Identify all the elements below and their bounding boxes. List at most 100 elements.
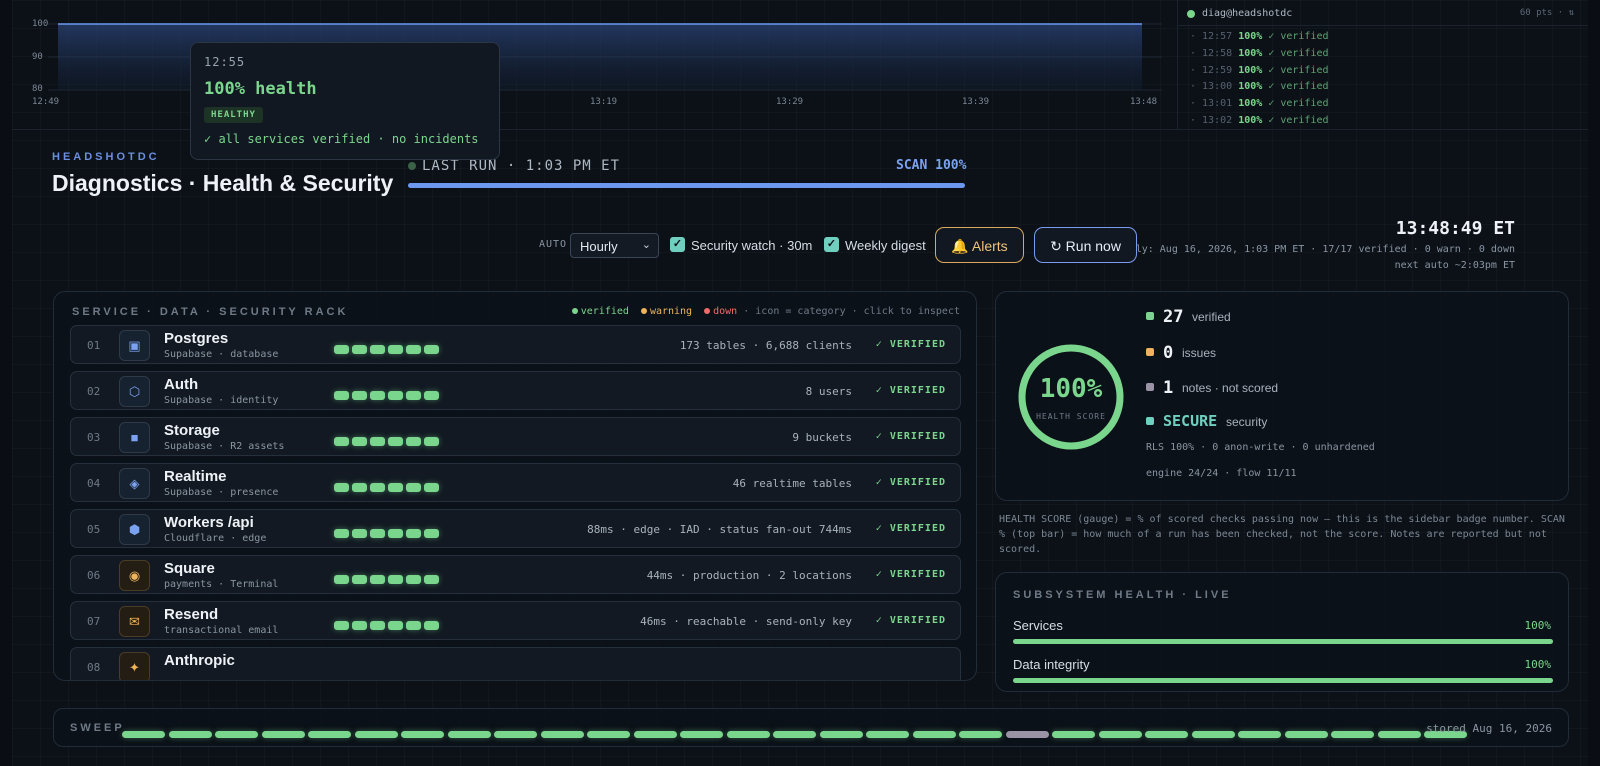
sweep-segment — [354, 731, 398, 738]
schedule-select[interactable]: Hourly ⌄ — [570, 233, 659, 258]
payments-icon: ◉ — [119, 560, 150, 591]
weekly-digest-checkbox[interactable]: ✓ — [824, 237, 839, 252]
sweep-segment — [215, 731, 258, 738]
health-history-chart[interactable]: 100 90 80 12:49 13:19 13:29 13:39 13:48 — [12, 0, 1177, 130]
sweep-label: SWEEP — [70, 722, 125, 734]
last-run-label: LAST RUN · 1:03 PM ET — [408, 158, 620, 174]
subsystem-bar — [1013, 678, 1553, 683]
rack-title: SERVICE · DATA · SECURITY RACK — [72, 306, 349, 318]
health-score-label: HEALTH SCORE — [1036, 412, 1106, 421]
check-segment — [406, 391, 421, 400]
chevron-down-icon: ⌄ — [641, 239, 651, 251]
log-line: · 13:00 100% ✓ verified — [1190, 81, 1329, 93]
sweep-segment — [308, 731, 351, 738]
chart-tooltip: 12:55 100% health HEALTHY ✓ all services… — [190, 42, 500, 160]
check-segment — [406, 437, 421, 446]
x-tick: 13:48 — [1130, 97, 1158, 107]
service-name: Anthropic — [164, 652, 235, 669]
page-title: Diagnostics · Health & Security — [52, 170, 394, 196]
check-segment — [334, 345, 349, 354]
subsystem-bar — [1013, 639, 1553, 644]
log-line: · 13:01 100% ✓ verified — [1190, 98, 1329, 110]
check-segment — [388, 575, 403, 584]
run-now-button[interactable]: ↻ Run now — [1034, 227, 1137, 263]
sweep-segment — [726, 731, 770, 738]
diagnostic-log[interactable]: diag@headshotdc 60 pts · ⇅ · 12:57 100% … — [1177, 0, 1588, 130]
warning-dot-icon — [640, 308, 647, 314]
check-segment — [424, 483, 439, 492]
check-segment — [424, 391, 439, 400]
sweep-segment — [1005, 731, 1049, 738]
next-auto: next auto ~2:03pm ET — [1394, 260, 1515, 271]
check-segment — [370, 345, 385, 354]
security-watch-checkbox[interactable]: ✓ — [670, 237, 685, 252]
app-frame: 100 90 80 12:49 13:19 13:29 13:39 13:48 … — [12, 0, 1588, 766]
sweep-segment — [680, 731, 723, 738]
row-number: 01 — [87, 339, 101, 352]
log-line: · 12:57 100% ✓ verified — [1190, 31, 1329, 42]
brand-label: HEADSHOTDC — [52, 151, 160, 163]
service-row[interactable]: 05 ⬢ Workers /api Cloudflare · edge 88ms · e… — [70, 509, 961, 548]
check-segments — [334, 433, 442, 451]
database-icon: ▣ — [119, 330, 150, 361]
check-segment — [388, 621, 403, 630]
scan-progress-bar — [408, 183, 965, 188]
health-score-value: 100% — [1039, 374, 1103, 404]
subsystem-label: Services — [1013, 618, 1063, 633]
service-row[interactable]: 06 ◉ Square payments · Terminal 44ms · produ… — [70, 555, 961, 594]
check-segments — [334, 525, 442, 543]
tooltip-badge: HEALTHY — [204, 107, 263, 123]
sweep-segment — [1098, 731, 1142, 738]
status-badge: ✓ VERIFIED — [875, 431, 946, 442]
check-segment — [352, 529, 367, 538]
service-row[interactable]: 07 ✉ Resend transactional email 46ms · reach… — [70, 601, 961, 640]
check-segment — [424, 345, 439, 354]
x-tick: 13:19 — [590, 97, 618, 107]
status-badge: ✓ VERIFIED — [875, 477, 946, 488]
sweep-segment — [1052, 731, 1095, 738]
rack-legend: verified warning down · icon = category … — [566, 306, 960, 317]
security-square-icon — [1146, 417, 1154, 425]
sweep-segment — [1284, 731, 1328, 738]
service-rack-panel: SERVICE · DATA · SECURITY RACK verified … — [53, 291, 977, 681]
security-watch-label[interactable]: Security watch · 30m — [691, 238, 812, 253]
check-segment — [334, 391, 349, 400]
service-row[interactable]: 04 ◈ Realtime Supabase · presence 46 realtim… — [70, 463, 961, 502]
identity-icon: ⬡ — [119, 376, 150, 407]
check-segment — [424, 575, 439, 584]
service-subtitle: Supabase · presence — [164, 487, 279, 498]
service-detail: 173 tables · 6,688 clients — [679, 339, 852, 352]
alerts-button[interactable]: 🔔 Alerts — [935, 227, 1024, 263]
check-segment — [370, 529, 385, 538]
check-segment — [424, 529, 439, 538]
service-row[interactable]: 02 ⬡ Auth Supabase · identity 8 users ✓ VERIF… — [70, 371, 961, 410]
sweep-segment — [401, 731, 444, 738]
verified-square-icon — [1146, 312, 1154, 320]
check-segment — [370, 483, 385, 492]
service-name: Auth — [164, 376, 199, 393]
sweep-strip: SWEEP stored Aug 16, 2026 — [53, 708, 1569, 747]
rls-summary: RLS 100% · 0 anon-write · 0 unhardened — [1146, 442, 1375, 453]
subsystem-bar-fill — [1013, 639, 1553, 644]
service-row[interactable]: 03 ■ Storage Supabase · R2 assets 9 buckets ✓… — [70, 417, 961, 456]
check-segment — [388, 437, 403, 446]
service-subtitle: Supabase · R2 assets — [164, 441, 285, 452]
row-number: 02 — [87, 385, 101, 398]
sweep-segment — [1238, 731, 1281, 738]
auto-label: AUTO — [539, 239, 568, 250]
check-segment — [424, 437, 439, 446]
sweep-segment — [866, 731, 909, 738]
subsystem-health-panel: SUBSYSTEM HEALTH · LIVE Services 100% Da… — [995, 572, 1569, 692]
sweep-segment — [540, 731, 584, 738]
status-badge: ✓ VERIFIED — [875, 569, 946, 580]
check-segment — [406, 621, 421, 630]
row-number: 05 — [87, 523, 101, 536]
service-row[interactable]: 08 ✦ Anthropic — [70, 647, 961, 680]
y-tick: 80 — [32, 84, 43, 94]
verified-dot-icon — [571, 308, 578, 314]
log-points[interactable]: 60 pts · ⇅ — [1520, 8, 1574, 18]
check-segment — [334, 621, 349, 630]
weekly-digest-label[interactable]: Weekly digest — [845, 238, 926, 253]
service-row[interactable]: 01 ▣ Postgres Supabase · database 173 tables… — [70, 325, 961, 364]
check-segment — [334, 483, 349, 492]
